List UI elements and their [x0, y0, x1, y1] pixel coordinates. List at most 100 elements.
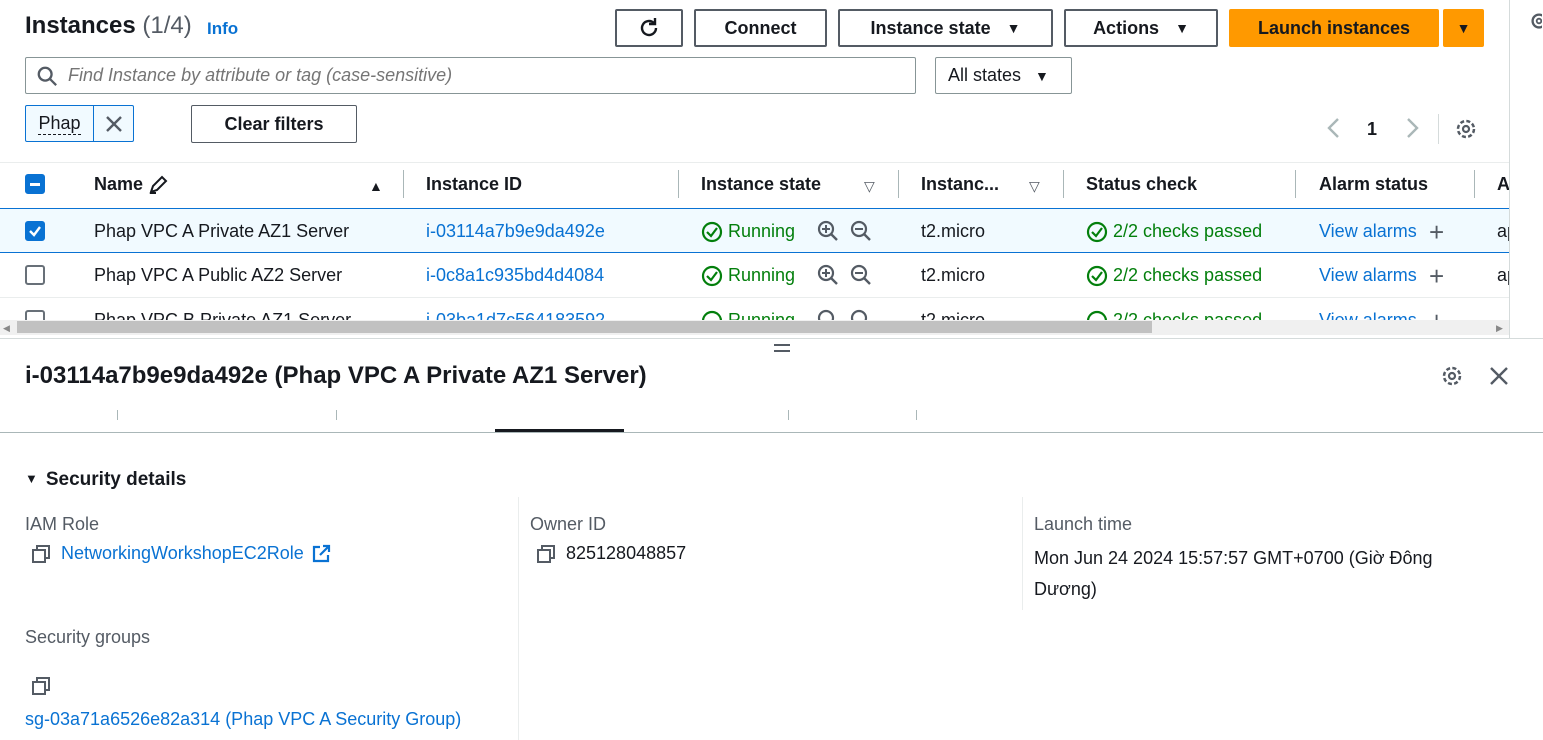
launch-time-line-2: Dương) — [1034, 579, 1097, 599]
view-alarms-link[interactable]: View alarms — [1319, 310, 1417, 320]
instance-state-cell: Running — [701, 265, 795, 287]
filter-icon[interactable]: ▽ — [1029, 178, 1040, 195]
page-number[interactable]: 1 — [1367, 119, 1377, 140]
chevron-right-icon[interactable] — [1403, 116, 1421, 145]
table-row[interactable]: Phap VPC A Private AZ1 Server i-03114a7b… — [0, 208, 1509, 253]
panel-divider — [1509, 0, 1510, 338]
filter-token-text: Phap — [38, 112, 81, 135]
view-alarms-link[interactable]: View alarms — [1319, 265, 1417, 286]
instance-type: t2.micro — [921, 265, 986, 285]
clear-filters-button[interactable]: Clear filters — [191, 105, 357, 143]
column-separator — [898, 170, 899, 198]
column-header-instance-state[interactable]: Instance state — [701, 174, 821, 195]
tab-separator — [336, 410, 337, 420]
zoom-out-icon[interactable] — [850, 264, 872, 286]
chevron-left-icon[interactable] — [1325, 116, 1343, 146]
remove-filter-button[interactable] — [94, 106, 133, 141]
search-input[interactable] — [68, 62, 898, 89]
tab-separator — [117, 410, 118, 420]
zoom-in-icon[interactable] — [817, 220, 839, 242]
zoom-in-icon[interactable] — [817, 264, 839, 286]
table-row[interactable]: Phap VPC B Private AZ1 Server i-03ba1d7c… — [0, 298, 1509, 320]
connect-label: Connect — [724, 17, 797, 38]
scrollbar-thumb[interactable] — [17, 321, 1152, 333]
pagination-divider — [1438, 114, 1439, 144]
security-details-header[interactable]: ▼ Security details — [25, 469, 186, 491]
column-separator — [678, 170, 679, 198]
row-checkbox[interactable] — [25, 310, 45, 320]
table-row[interactable]: Phap VPC A Public AZ2 Server i-0c8a1c935… — [0, 253, 1509, 298]
zoom-in-icon[interactable] — [817, 309, 839, 320]
instance-id-link[interactable]: i-03ba1d7c564183592 — [426, 310, 605, 320]
zoom-out-icon[interactable] — [850, 220, 872, 242]
page-title: Instances (1/4) — [25, 12, 192, 40]
row-checkbox[interactable] — [25, 265, 45, 285]
status-check-cell: 2/2 checks passed — [1086, 310, 1262, 320]
plus-icon[interactable]: + — [1429, 261, 1444, 292]
search-field[interactable] — [25, 57, 916, 94]
instance-id-link[interactable]: i-0c8a1c935bd4d4084 — [426, 265, 604, 286]
instance-name: Phap VPC A Public AZ2 Server — [94, 265, 343, 285]
select-all-checkbox[interactable] — [25, 174, 45, 194]
iam-role-link[interactable]: NetworkingWorkshopEC2Role — [61, 543, 304, 564]
instance-state-text: Running — [728, 265, 796, 285]
scroll-right-icon[interactable]: ▶ — [1496, 323, 1503, 334]
caret-down-icon: ▼ — [1035, 67, 1049, 84]
column-separator — [1063, 170, 1064, 198]
clear-filters-label: Clear filters — [224, 113, 324, 134]
states-select[interactable]: All states ▼ — [935, 57, 1072, 94]
tab-security[interactable] — [495, 398, 624, 432]
detail-gear-icon[interactable] — [1440, 364, 1464, 393]
tabs-bottom-border — [0, 432, 1543, 433]
filter-icon[interactable]: ▽ — [864, 178, 875, 195]
filter-token-label[interactable]: Phap — [26, 106, 94, 141]
owner-id-value: 825128048857 — [536, 543, 686, 564]
security-details-label: Security details — [45, 469, 187, 490]
launch-options-button[interactable]: ▼ — [1443, 9, 1484, 47]
check-circle-icon — [701, 311, 723, 320]
instance-id-link[interactable]: i-03114a7b9e9da492e — [426, 221, 605, 242]
column-separator — [403, 170, 404, 198]
column-header-alarm-status[interactable]: Alarm status — [1319, 174, 1428, 195]
plus-icon[interactable]: + — [1429, 306, 1444, 320]
side-gear-icon[interactable] — [1528, 10, 1542, 30]
zoom-out-icon[interactable] — [850, 309, 872, 320]
split-panel-border — [0, 338, 1543, 339]
launch-instances-button[interactable]: Launch instances — [1229, 9, 1439, 47]
instance-state-text: Running — [728, 221, 796, 241]
column-header-az[interactable]: A — [1497, 174, 1509, 195]
caret-down-icon: ▼ — [1175, 20, 1189, 36]
info-link[interactable]: Info — [207, 19, 238, 39]
instance-state-cell: Running — [701, 310, 795, 320]
row-checkbox[interactable] — [25, 221, 45, 241]
column-separator — [1295, 170, 1296, 198]
check-circle-icon — [1086, 311, 1108, 320]
column-header-status-check[interactable]: Status check — [1086, 174, 1197, 195]
instance-state-button[interactable]: Instance state ▼ — [838, 9, 1053, 47]
sort-asc-icon[interactable]: ▲ — [369, 178, 383, 194]
column-header-name[interactable]: Name — [94, 174, 168, 195]
table-preferences-gear-icon[interactable] — [1454, 117, 1478, 146]
close-panel-button[interactable] — [1488, 365, 1510, 392]
actions-button[interactable]: Actions ▼ — [1064, 9, 1218, 47]
connect-button[interactable]: Connect — [694, 9, 827, 47]
column-header-instance-type[interactable]: Instanc... — [921, 174, 999, 195]
page-title-text: Instances — [25, 12, 136, 39]
security-groups-label: Security groups — [25, 627, 151, 647]
detail-tabs — [0, 398, 1543, 432]
column-header-instance-id[interactable]: Instance ID — [426, 174, 522, 195]
refresh-button[interactable] — [615, 9, 683, 47]
drag-handle-icon[interactable] — [774, 344, 790, 352]
copy-icon[interactable] — [31, 676, 51, 696]
detail-title: i-03114a7b9e9da492e (Phap VPC A Private … — [25, 362, 647, 389]
copy-icon[interactable] — [31, 544, 51, 564]
filter-token: Phap — [25, 105, 134, 142]
external-link-icon[interactable] — [311, 544, 331, 564]
security-group-link[interactable]: sg-03a71a6526e82a314 (Phap VPC A Securit… — [25, 709, 461, 730]
view-alarms-link[interactable]: View alarms — [1319, 221, 1417, 242]
close-icon — [1490, 367, 1508, 385]
horizontal-scrollbar[interactable]: ◀ ▶ — [0, 320, 1509, 335]
scroll-left-icon[interactable]: ◀ — [3, 323, 10, 334]
copy-icon[interactable] — [536, 544, 556, 564]
plus-icon[interactable]: + — [1429, 217, 1444, 248]
